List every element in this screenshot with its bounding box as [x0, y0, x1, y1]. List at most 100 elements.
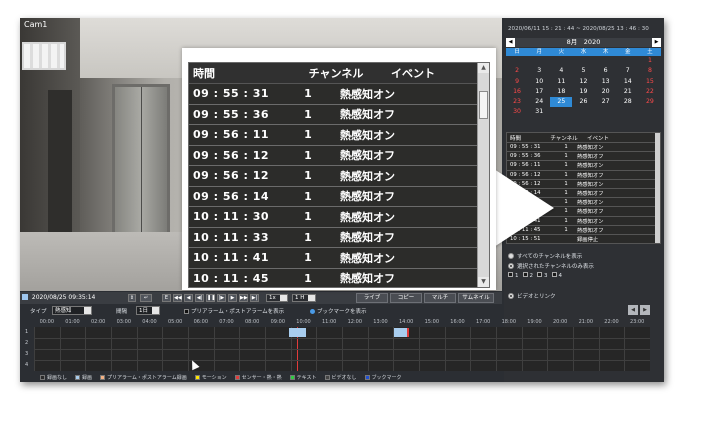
fast-forward-icon[interactable]: ▶▶: [239, 294, 248, 302]
table-row[interactable]: 10 : 11 : 30 1 熱感知オン: [189, 207, 489, 228]
calendar-day[interactable]: 1: [639, 56, 661, 66]
table-row[interactable]: 09 : 56 : 14 1 熱感知オフ: [189, 187, 489, 207]
calendar-day[interactable]: 8: [639, 66, 661, 76]
interval-select[interactable]: 1日: [136, 306, 160, 315]
pause-icon[interactable]: ❚❚: [206, 294, 215, 302]
timeline-grid[interactable]: [34, 327, 650, 371]
video-link-option[interactable]: ビデオとリンク: [508, 292, 556, 300]
calendar-day[interactable]: 16: [506, 87, 528, 97]
table-row[interactable]: 10 : 11 : 41 1 熱感知オン: [189, 248, 489, 269]
calendar-day[interactable]: 14: [617, 77, 639, 87]
calendar-day[interactable]: 5: [572, 66, 594, 76]
checkbox[interactable]: [522, 272, 528, 277]
play-icon[interactable]: ▶: [228, 294, 237, 302]
go-to-time-button[interactable]: ↵: [140, 294, 152, 302]
radio-button[interactable]: [508, 293, 514, 299]
table-row[interactable]: 09 : 56 : 12 1 熱感知オフ: [189, 146, 489, 166]
calendar-day[interactable]: 28: [617, 97, 639, 107]
zoomed-scrollbar[interactable]: ▲ ▼: [477, 63, 489, 287]
hour-label: 12:00: [347, 319, 363, 325]
step-select[interactable]: 1 H: [292, 294, 316, 302]
live-button[interactable]: ライブ: [356, 293, 388, 303]
step-back-icon[interactable]: ◀: [184, 294, 193, 302]
timeline-gridline: [34, 338, 650, 339]
event-list-scrollbar[interactable]: [655, 133, 660, 243]
multi-button[interactable]: マルチ: [424, 293, 456, 303]
table-row[interactable]: 10 : 11 : 33 1 熱感知オフ: [189, 228, 489, 248]
fast-rewind-icon[interactable]: ◀◀: [173, 294, 182, 302]
skip-end-icon[interactable]: ▶|: [250, 294, 259, 302]
speed-select[interactable]: 1x: [266, 294, 288, 302]
prev-month-icon[interactable]: ◀: [506, 38, 515, 47]
table-row[interactable]: 09 : 56 : 12 1 熱感知オン: [189, 166, 489, 187]
calendar-day[interactable]: 3: [528, 66, 550, 76]
calendar-day[interactable]: 31: [528, 107, 550, 117]
checkbox[interactable]: [184, 309, 189, 314]
table-row[interactable]: 09 : 55 : 31 1 熱感知オン: [189, 84, 489, 105]
calendar-day[interactable]: 9: [506, 77, 528, 87]
table-row[interactable]: 10 : 11 : 45 1 熱感知オフ: [189, 269, 489, 288]
calendar-day[interactable]: 11: [550, 77, 572, 87]
table-row[interactable]: 09 : 56 : 11 1 熱感知オン: [189, 125, 489, 146]
calendar-day[interactable]: 13: [595, 77, 617, 87]
channel-checkbox[interactable]: 2: [522, 272, 533, 279]
radio-button[interactable]: [508, 263, 514, 269]
calendar-day[interactable]: 6: [595, 66, 617, 76]
recording-segment[interactable]: [289, 328, 306, 337]
calendar-day[interactable]: 20: [595, 87, 617, 97]
scroll-thumb[interactable]: [479, 91, 488, 119]
calendar-day[interactable]: 21: [617, 87, 639, 97]
event-type-select[interactable]: 熱感知: [52, 306, 92, 315]
calendar-week: 30 31: [506, 107, 661, 117]
radio-button[interactable]: [310, 309, 315, 314]
timeline-next-icon[interactable]: ▶: [640, 305, 650, 315]
bookmark-option[interactable]: ブックマークを表示: [310, 307, 367, 315]
calendar-day[interactable]: 29: [639, 97, 661, 107]
legend-swatch: [364, 375, 370, 380]
checkbox[interactable]: [551, 272, 557, 277]
timeline-prev-icon[interactable]: ◀: [628, 305, 638, 315]
checkbox[interactable]: [537, 272, 542, 277]
channel-checkbox[interactable]: 1: [508, 272, 519, 279]
calendar-day[interactable]: 23: [506, 97, 528, 107]
table-row[interactable]: 09 : 55 : 36 1 熱感知オフ: [189, 105, 489, 125]
playback-datetime[interactable]: 2020/08/25 09:35:14: [22, 294, 127, 302]
scroll-down-icon[interactable]: ▼: [478, 277, 489, 287]
calendar-day[interactable]: 22: [639, 87, 661, 97]
calendar-day[interactable]: 2: [506, 66, 528, 76]
calendar-day[interactable]: 25: [550, 97, 573, 108]
show-selected-channels-option[interactable]: 選択されたチャンネルのみ表示: [508, 262, 594, 270]
next-month-icon[interactable]: ▶: [652, 38, 661, 47]
calendar-day[interactable]: 19: [572, 87, 594, 97]
calendar-day[interactable]: 26: [572, 97, 594, 107]
event-marker[interactable]: [407, 328, 409, 337]
event-search-button[interactable]: E: [162, 294, 171, 302]
calendar-day[interactable]: 27: [595, 97, 617, 107]
calendar-day[interactable]: 7: [617, 66, 639, 76]
checkbox[interactable]: [508, 272, 513, 277]
prepost-alarm-option[interactable]: プリアラーム・ポストアラームを表示: [184, 307, 284, 315]
hour-label: 18:00: [501, 319, 517, 325]
calendar-day[interactable]: 15: [639, 77, 661, 87]
frame-forward-icon[interactable]: |▶: [217, 294, 226, 302]
list-item[interactable]: 09 : 55 : 31 1 熱感知オン: [507, 143, 660, 153]
hour-label: 07:00: [219, 319, 234, 325]
calendar-day[interactable]: 4: [550, 66, 572, 76]
copy-button[interactable]: コピー: [390, 293, 422, 303]
frame-back-icon[interactable]: ◀|: [195, 294, 204, 302]
event-channel: 1: [564, 171, 568, 178]
channel-checkbox[interactable]: 4: [551, 272, 562, 279]
calendar-day[interactable]: 12: [572, 77, 594, 87]
thumbnail-button[interactable]: サムネイル: [458, 293, 494, 303]
calendar-day[interactable]: 10: [528, 77, 550, 87]
event-time: 10 : 11 : 30: [193, 210, 270, 224]
calendar-day[interactable]: 30: [506, 107, 528, 117]
scroll-up-icon[interactable]: ▲: [478, 63, 489, 73]
interval-label: 間隔: [116, 309, 128, 315]
calendar-day[interactable]: 24: [528, 97, 550, 107]
calendar-day[interactable]: 17: [528, 87, 550, 97]
calendar-day[interactable]: 18: [550, 87, 572, 97]
timeline-hour-labels: 00:00 01:00 02:00 03:00 04:00 05:00 06:00 07:00…: [34, 318, 650, 326]
time-spinner-icon[interactable]: ⇕: [128, 294, 136, 302]
channel-checkbox[interactable]: 3: [537, 272, 548, 279]
